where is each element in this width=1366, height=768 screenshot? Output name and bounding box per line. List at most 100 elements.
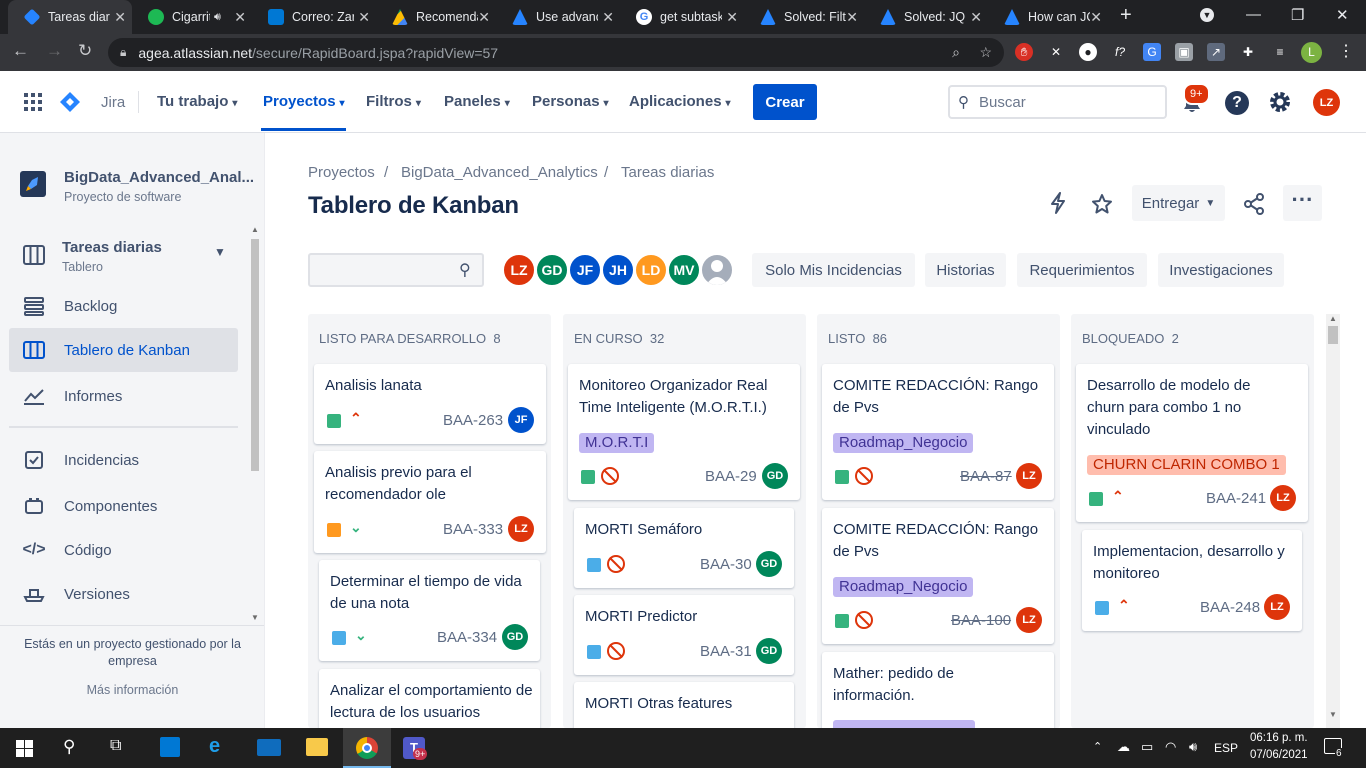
- quick-filter-investigaciones[interactable]: Investigaciones: [1158, 253, 1284, 287]
- tab-search-icon[interactable]: ▼: [1200, 8, 1214, 22]
- language-indicator[interactable]: ESP: [1214, 741, 1238, 755]
- issue-card[interactable]: COMITE REDACCIÓN: Rango de Pvs Roadmap_N…: [822, 508, 1054, 644]
- browser-tab[interactable]: Recomendac ✕: [376, 0, 496, 34]
- quick-filter-mis-incidencias[interactable]: Solo Mis Incidencias: [752, 253, 915, 287]
- scroll-down-icon[interactable]: ▼: [251, 613, 259, 622]
- breadcrumb-proyectos[interactable]: Proyectos: [308, 164, 375, 181]
- breadcrumb-project[interactable]: BigData_Advanced_Analytics: [401, 164, 598, 181]
- translate-extension-icon[interactable]: G: [1143, 43, 1161, 61]
- browser-tab[interactable]: Use advanced ✕: [496, 0, 620, 34]
- search-icon[interactable]: ⚲: [63, 737, 75, 757]
- assignee-filter-avatar[interactable]: LD: [634, 253, 668, 287]
- star-icon[interactable]: [1091, 193, 1113, 214]
- sidebar-item-kanban[interactable]: Tablero de Kanban: [9, 328, 238, 372]
- address-bar[interactable]: 🔒︎ agea.atlassian.net/secure/RapidBoard.…: [108, 38, 1004, 67]
- search-input[interactable]: ⚲ Buscar: [948, 85, 1167, 119]
- epic-label[interactable]: Roadmap_Negocio: [833, 433, 974, 453]
- media-queue-icon[interactable]: ≡: [1271, 43, 1289, 61]
- epic-label[interactable]: [833, 720, 975, 728]
- chrome-taskbar-button[interactable]: [343, 728, 391, 768]
- app-switcher-icon[interactable]: [24, 93, 42, 111]
- file-explorer-icon[interactable]: [306, 738, 328, 756]
- issue-card[interactable]: COMITE REDACCIÓN: Rango de Pvs Roadmap_N…: [822, 364, 1054, 500]
- epic-label[interactable]: M.O.R.T.I: [579, 433, 655, 453]
- issue-card[interactable]: Desarrollo de modelo de churn para combo…: [1076, 364, 1308, 522]
- extension-formula-icon[interactable]: f?: [1111, 43, 1129, 61]
- issue-key[interactable]: BAA-248: [1200, 599, 1260, 616]
- browser-tab[interactable]: Cigarritos 🔊︎ ✕: [132, 0, 252, 34]
- network-alert-icon[interactable]: ☁︎: [1117, 739, 1130, 755]
- nav-personas[interactable]: Personas ▾: [532, 93, 609, 110]
- share-icon[interactable]: [1243, 193, 1265, 215]
- board-search-input[interactable]: ⚲: [308, 253, 484, 287]
- subtask-card[interactable]: MORTI Semáforo BAA-30 GD: [574, 508, 794, 588]
- edge-icon[interactable]: e: [209, 735, 220, 758]
- project-name[interactable]: BigData_Advanced_Anal...: [64, 169, 254, 186]
- assignee-filter-avatar[interactable]: JH: [601, 253, 635, 287]
- board-switcher[interactable]: Tareas diarias Tablero ▼: [9, 233, 238, 279]
- help-icon[interactable]: ?: [1225, 91, 1249, 115]
- epic-label[interactable]: CHURN CLARIN COMBO 1: [1087, 455, 1286, 475]
- sidebar-item-informes[interactable]: Informes: [9, 374, 238, 418]
- close-tab-icon[interactable]: ✕: [1090, 9, 1102, 26]
- nav-tu-trabajo[interactable]: Tu trabajo ▾: [157, 93, 237, 110]
- browser-tab[interactable]: G get subtasks ✕: [620, 0, 744, 34]
- issue-key[interactable]: BAA-29: [705, 468, 757, 485]
- minimize-icon[interactable]: —: [1246, 6, 1261, 23]
- wifi-icon[interactable]: ◠: [1165, 739, 1176, 755]
- product-name[interactable]: Jira: [101, 94, 125, 111]
- more-actions-icon[interactable]: ···: [1283, 185, 1322, 221]
- extension-circle-icon[interactable]: ●: [1079, 43, 1097, 61]
- assignee-avatar[interactable]: LZ: [1016, 607, 1042, 633]
- close-tab-icon[interactable]: ✕: [970, 9, 982, 26]
- issue-key[interactable]: BAA-263: [443, 412, 503, 429]
- close-tab-icon[interactable]: ✕: [478, 9, 490, 26]
- automation-lightning-icon[interactable]: [1048, 192, 1068, 214]
- reload-icon[interactable]: ↻: [78, 41, 92, 61]
- battery-icon[interactable]: ▭: [1141, 739, 1153, 755]
- project-avatar[interactable]: [20, 171, 46, 197]
- nav-aplicaciones[interactable]: Aplicaciones ▾: [629, 93, 731, 110]
- scrollbar-thumb[interactable]: [251, 239, 259, 471]
- sidebar-item-backlog[interactable]: Backlog: [9, 284, 238, 328]
- quick-filter-historias[interactable]: Historias: [925, 253, 1006, 287]
- restore-icon[interactable]: ❐: [1291, 6, 1304, 24]
- subtask-card[interactable]: MORTI Predictor BAA-31 GD: [574, 595, 794, 675]
- assignee-avatar[interactable]: LZ: [1264, 594, 1290, 620]
- issue-key[interactable]: BAA-31: [700, 643, 752, 660]
- browser-tab[interactable]: Solved: Filter ✕: [744, 0, 864, 34]
- assignee-avatar[interactable]: LZ: [508, 516, 534, 542]
- audio-playing-icon[interactable]: 🔊︎: [214, 11, 221, 24]
- assignee-avatar[interactable]: GD: [502, 624, 528, 650]
- subtask-card[interactable]: Determinar el tiempo de vida de una nota…: [319, 560, 540, 661]
- volume-icon[interactable]: 🔊︎: [1189, 739, 1197, 755]
- more-info-link[interactable]: Más información: [10, 683, 255, 697]
- browser-tab[interactable]: Solved: JQL ✕: [864, 0, 988, 34]
- scroll-down-icon[interactable]: ▼: [1329, 710, 1337, 719]
- breadcrumb-board[interactable]: Tareas diarias: [621, 164, 714, 181]
- extension-image-icon[interactable]: ▣: [1175, 43, 1193, 61]
- issue-key[interactable]: BAA-334: [437, 629, 497, 646]
- unassigned-avatar-icon[interactable]: [700, 253, 734, 287]
- issue-card[interactable]: Analisis lanata ⌃ BAA-263 JF: [314, 364, 546, 444]
- sidebar-item-componentes[interactable]: Componentes: [9, 484, 238, 528]
- extensions-puzzle-icon[interactable]: ✚: [1239, 43, 1257, 61]
- create-button[interactable]: Crear: [753, 84, 817, 120]
- profile-avatar[interactable]: L: [1301, 42, 1322, 63]
- assignee-filter-avatar[interactable]: LZ: [502, 253, 536, 287]
- issue-card[interactable]: Analisis previo para el recomendador ole…: [314, 451, 546, 553]
- forward-icon[interactable]: →: [46, 41, 63, 61]
- issue-key[interactable]: BAA-100: [951, 612, 1011, 629]
- user-avatar[interactable]: LZ: [1313, 89, 1340, 116]
- subtask-card[interactable]: MORTI Otras features: [574, 682, 794, 728]
- mail-icon[interactable]: [257, 739, 281, 756]
- quick-filter-requerimientos[interactable]: Requerimientos: [1017, 253, 1147, 287]
- extension-arrow-icon[interactable]: ↗: [1207, 43, 1225, 61]
- sidebar-item-codigo[interactable]: </> Código: [9, 528, 238, 572]
- close-tab-icon[interactable]: ✕: [358, 9, 370, 26]
- sidebar-item-incidencias[interactable]: Incidencias: [9, 438, 238, 482]
- browser-tab-active[interactable]: Tareas diarias ✕: [8, 0, 132, 34]
- issue-card[interactable]: Mather: pedido de información.: [822, 652, 1054, 728]
- browser-tab[interactable]: Correo: Zar ✕: [252, 0, 376, 34]
- store-icon[interactable]: [160, 737, 180, 757]
